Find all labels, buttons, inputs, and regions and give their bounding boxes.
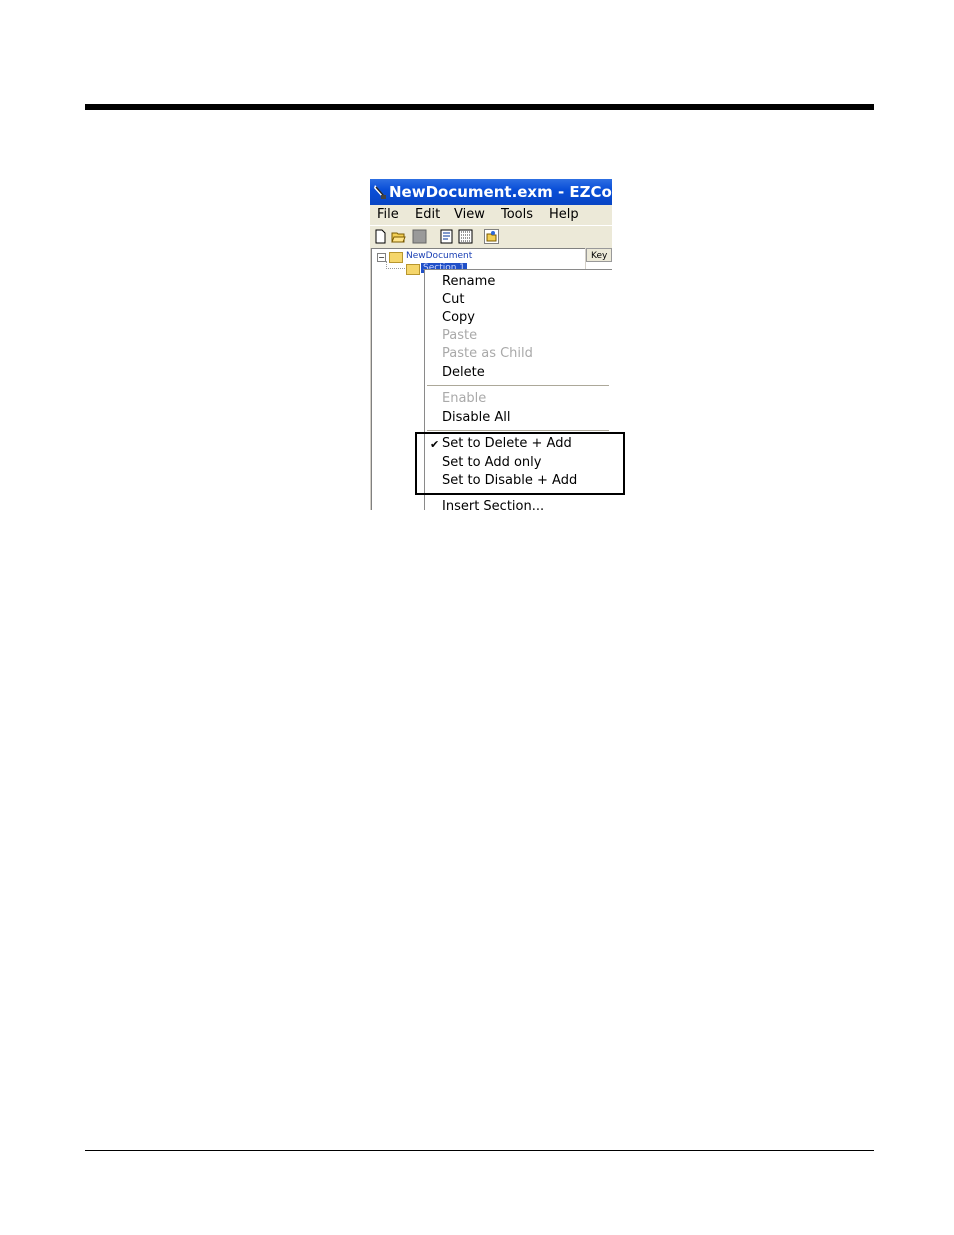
menu-item-insert-section[interactable]: Insert Section...: [442, 499, 544, 510]
export-icon[interactable]: [484, 229, 499, 244]
menu-item-enable: Enable: [442, 391, 487, 406]
bottom-rule: [85, 1150, 874, 1151]
menu-item-rename[interactable]: Rename: [442, 274, 495, 289]
folder-icon: [406, 264, 420, 275]
toolbar: [370, 225, 612, 248]
menu-item-cut[interactable]: Cut: [442, 292, 464, 307]
top-rule: [85, 104, 874, 110]
window-title: NewDocument.exm - EZConfig: [389, 183, 612, 201]
menu-bar: File Edit View Tools Help: [370, 205, 612, 225]
menu-separator: [427, 430, 609, 431]
menu-item-paste-as-child: Paste as Child: [442, 346, 533, 361]
menu-tools[interactable]: Tools: [501, 205, 533, 225]
menu-item-disable-all[interactable]: Disable All: [442, 410, 510, 425]
tree-connector: [386, 261, 405, 269]
app-icon: [374, 185, 386, 199]
title-bar: NewDocument.exm - EZConfig: [370, 179, 612, 205]
collapse-toggle[interactable]: −: [377, 253, 386, 262]
properties-icon[interactable]: [439, 229, 454, 244]
settings-icon[interactable]: [458, 229, 473, 244]
save-icon[interactable]: [412, 229, 427, 244]
open-folder-icon[interactable]: [391, 229, 406, 244]
callout-box: [415, 432, 625, 495]
menu-item-delete[interactable]: Delete: [442, 365, 485, 380]
menu-item-paste: Paste: [442, 328, 478, 343]
new-file-icon[interactable]: [373, 229, 388, 244]
menu-separator: [427, 385, 609, 386]
menu-file[interactable]: File: [377, 205, 399, 225]
menu-view[interactable]: View: [454, 205, 485, 225]
menu-help[interactable]: Help: [549, 205, 579, 225]
tree-root-label[interactable]: NewDocument: [406, 251, 472, 261]
menu-item-copy[interactable]: Copy: [442, 310, 475, 325]
key-column-header[interactable]: Key: [586, 248, 612, 262]
menu-edit[interactable]: Edit: [415, 205, 440, 225]
